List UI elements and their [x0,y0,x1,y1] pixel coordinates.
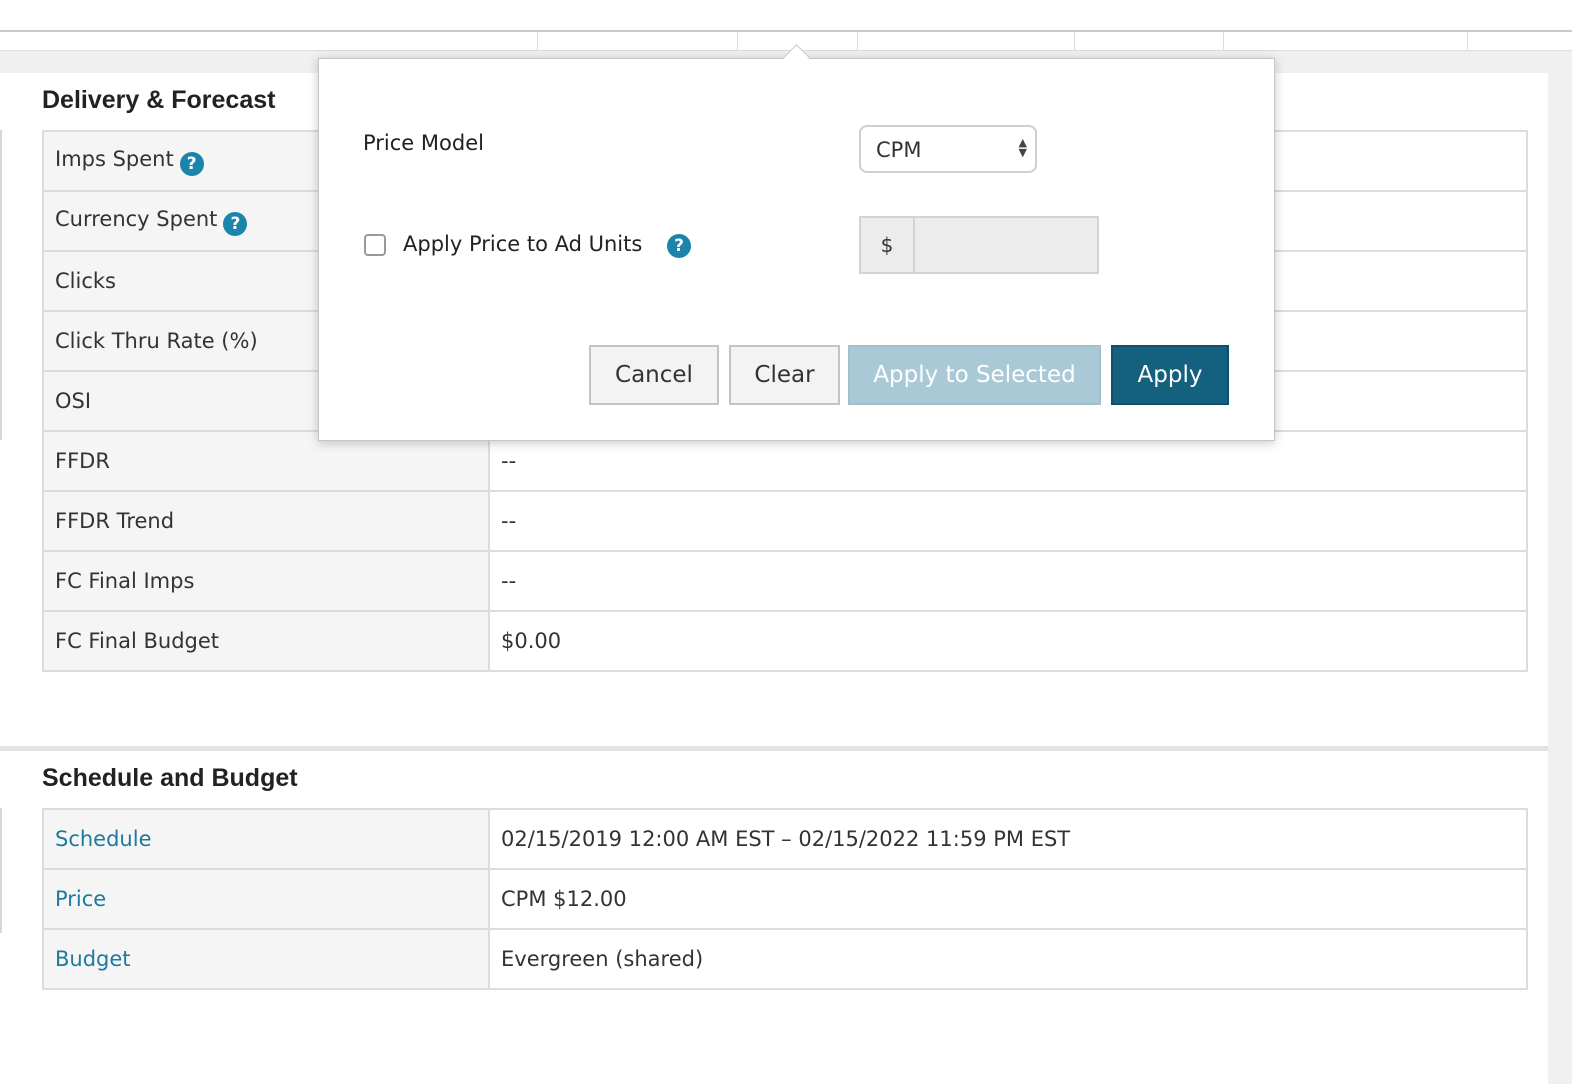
top-bar [0,0,1572,32]
panel-edge [0,808,2,933]
budget-link[interactable]: Budget [42,928,490,990]
column-divider [1223,32,1224,50]
apply-to-selected-button[interactable]: Apply to Selected [848,345,1101,405]
price-input[interactable] [915,218,1097,272]
schedule-value: 02/15/2019 12:00 AM EST – 02/15/2022 11:… [488,808,1528,870]
column-divider [857,32,858,50]
apply-price-help: ? [667,233,691,258]
budget-value: Evergreen (shared) [488,928,1528,990]
apply-button[interactable]: Apply [1111,345,1229,405]
panel-edge [0,130,2,440]
table-row: FFDR Trend -- [42,490,1528,552]
row-label-fc-final-budget: FC Final Budget [42,610,490,672]
apply-price-label[interactable]: Apply Price to Ad Units [403,232,642,256]
price-link[interactable]: Price [42,868,490,930]
cancel-button[interactable]: Cancel [589,345,719,405]
help-icon[interactable]: ? [179,151,204,176]
column-divider [1467,32,1468,50]
row-value: -- [488,490,1528,552]
table-row: Price CPM $12.00 [42,868,1528,930]
table-row: FC Final Imps -- [42,550,1528,612]
currency-addon: $ [861,218,915,272]
table-row: Schedule 02/15/2019 12:00 AM EST – 02/15… [42,808,1528,870]
price-model-label: Price Model [363,131,484,155]
apply-price-checkbox[interactable] [364,234,386,256]
column-header-strip [0,32,1572,64]
price-input-group: $ [859,216,1099,274]
column-divider [1074,32,1075,50]
select-arrows-icon: ▲ ▼ [1018,136,1027,159]
delivery-forecast-title: Delivery & Forecast [42,86,276,114]
row-label-fc-final-imps: FC Final Imps [42,550,490,612]
schedule-link[interactable]: Schedule [42,808,490,870]
price-edit-popover: Price Model CPM ▲ ▼ Apply Price to Ad Uni… [318,44,1275,441]
help-icon[interactable]: ? [667,234,691,258]
price-model-select[interactable]: CPM ▲ ▼ [859,125,1037,173]
table-row: Budget Evergreen (shared) [42,928,1528,990]
table-row: FC Final Budget $0.00 [42,610,1528,672]
row-label-ffdr-trend: FFDR Trend [42,490,490,552]
help-icon[interactable]: ? [223,211,248,236]
price-model-value: CPM [876,138,922,162]
clear-button[interactable]: Clear [729,345,840,405]
schedule-budget-title: Schedule and Budget [42,764,298,792]
row-value: $0.00 [488,610,1528,672]
row-value: -- [488,550,1528,612]
schedule-budget-table: Schedule 02/15/2019 12:00 AM EST – 02/15… [42,808,1528,990]
price-value: CPM $12.00 [488,868,1528,930]
column-divider [537,32,538,50]
column-divider [737,32,738,50]
